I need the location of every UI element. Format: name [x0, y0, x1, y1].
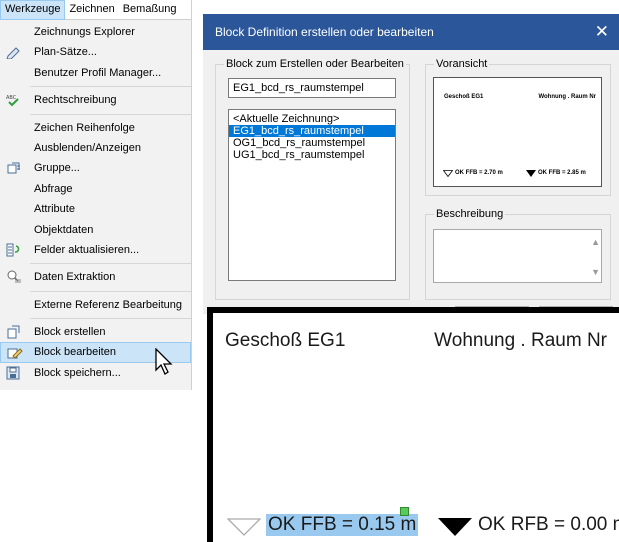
block-create-icon	[7, 325, 20, 339]
menu-item-label: Abfrage	[34, 182, 73, 195]
menu-separator	[30, 290, 191, 292]
menu-item-label: Rechtschreibung	[34, 94, 117, 107]
menu-item-label: Gruppe...	[34, 162, 80, 175]
triangle-outline-icon	[443, 170, 453, 177]
preview-bottom-right: OK FFB = 2.85 m	[538, 170, 586, 176]
description-textarea[interactable]	[433, 229, 602, 283]
scroll-up-icon[interactable]: ▲	[591, 237, 600, 247]
menu-item-ausblenden-anzeigen[interactable]: Ausblenden/Anzeigen	[0, 138, 191, 158]
menu-item-label: Daten Extraktion	[34, 271, 116, 284]
block-group: Block zum Erstellen oder Bearbeiten EG1_…	[215, 58, 410, 300]
block-name-input[interactable]: EG1_bcd_rs_raumstempel	[228, 78, 396, 98]
dialog-title: Block Definition erstellen oder bearbeit…	[215, 25, 434, 39]
dialog-titlebar: Block Definition erstellen oder bearbeit…	[203, 14, 619, 50]
menu-item-label: Attribute	[34, 203, 75, 216]
menubar-werkzeuge[interactable]: Werkzeuge	[0, 0, 66, 20]
menu-item-label: Objektdaten	[34, 223, 94, 236]
menubar-zeichnen[interactable]: Zeichnen	[65, 0, 118, 20]
menu-item-block-erstellen[interactable]: Block erstellen	[0, 322, 191, 342]
menu-item-label: Plan-Sätze...	[34, 46, 97, 59]
menu-item-label: Block speichern...	[34, 366, 121, 379]
menu-item-label: Block bearbeiten	[34, 346, 116, 359]
menu-separator	[30, 113, 191, 115]
preview-group: Voransicht Geschoß EG1 Wohnung . Raum Nr…	[425, 58, 611, 196]
menu-item-zeichen-reihenfolge[interactable]: Zeichen Reihenfolge	[0, 118, 191, 138]
pencil-icon	[6, 47, 20, 60]
description-group: Beschreibung ▲ ▼	[425, 208, 611, 300]
menu-item-felder-aktualisieren[interactable]: Felder aktualisieren...	[0, 240, 191, 260]
menu-item-label: Block erstellen	[34, 326, 106, 339]
zoom-bottom-right: OK RFB = 0.00 m	[478, 514, 619, 535]
menu-item-zeichnungs-explorer[interactable]: Zeichnungs Explorer	[0, 22, 191, 42]
menu-item-label: Zeichen Reihenfolge	[34, 121, 135, 134]
spellcheck-icon: ABC	[6, 95, 19, 107]
menu-item-label: Zeichnungs Explorer	[34, 26, 135, 38]
list-item-selected[interactable]: EG1_bcd_rs_raumstempel	[229, 125, 395, 137]
menu-bar: Werkzeuge Zeichnen Bemaßung	[0, 0, 191, 20]
scroll-down-icon[interactable]: ▼	[591, 267, 600, 277]
menu-item-label: Ausblenden/Anzeigen	[34, 141, 142, 154]
list-item[interactable]: UG1_bcd_rs_raumstempel	[229, 149, 395, 161]
triangle-outline-icon	[227, 518, 261, 536]
menu-item-plan-saetze[interactable]: Plan-Sätze...	[0, 42, 191, 62]
grip-handle[interactable]	[400, 507, 409, 516]
block-edit-icon	[7, 348, 23, 360]
menu-separator	[30, 263, 191, 265]
preview-top-right: Wohnung . Raum Nr	[538, 94, 596, 100]
menu-separator	[30, 86, 191, 88]
triangle-filled-icon	[438, 518, 472, 536]
group-icon	[7, 162, 20, 174]
list-item[interactable]: <Aktuelle Zeichnung>	[229, 113, 395, 125]
triangle-filled-icon	[526, 170, 536, 177]
preview-top-left: Geschoß EG1	[444, 94, 484, 100]
zoomed-block-view: Geschoß EG1 Wohnung . Raum Nr OK FFB = 0…	[207, 307, 619, 542]
list-item[interactable]: OG1_bcd_rs_raumstempel	[229, 137, 395, 149]
block-definition-dialog: Block Definition erstellen oder bearbeit…	[203, 14, 619, 316]
close-icon[interactable]: ✕	[595, 23, 609, 40]
menu-item-rechtschreibung[interactable]: ABC Rechtschreibung	[0, 90, 191, 110]
tools-menu: Werkzeuge Zeichnen Bemaßung Zeichnungs E…	[0, 0, 192, 390]
block-preview: Geschoß EG1 Wohnung . Raum Nr OK FFB = 2…	[433, 77, 602, 187]
zoomed-block-canvas: Geschoß EG1 Wohnung . Raum Nr OK FFB = 0…	[213, 313, 619, 542]
data-extraction-icon	[7, 270, 21, 283]
menu-item-objektdaten[interactable]: Objektdaten	[0, 220, 191, 240]
menu-item-gruppe[interactable]: Gruppe...	[0, 158, 191, 178]
zoom-top-right: Wohnung . Raum Nr	[434, 330, 607, 351]
description-group-label: Beschreibung	[434, 208, 506, 221]
menu-item-attribute[interactable]: Attribute	[0, 199, 191, 219]
preview-bottom-left: OK FFB = 2.70 m	[455, 170, 503, 176]
menu-item-externe-referenz-bearbeitung[interactable]: Externe Referenz Bearbeitung	[0, 295, 191, 315]
menu-item-abfrage[interactable]: Abfrage	[0, 179, 191, 199]
menu-item-benutzer-profil-manager[interactable]: Benutzer Profil Manager...	[0, 63, 191, 83]
mouse-cursor-icon	[155, 348, 173, 375]
block-listbox[interactable]: <Aktuelle Zeichnung> EG1_bcd_rs_raumstem…	[228, 109, 396, 281]
update-fields-icon	[6, 243, 20, 257]
zoom-top-left: Geschoß EG1	[225, 330, 346, 351]
zoom-bottom-left-selected[interactable]: OK FFB = 0.15 m	[266, 514, 419, 536]
menu-item-label: Externe Referenz Bearbeitung	[34, 298, 182, 311]
menubar-bemassung[interactable]: Bemaßung	[119, 0, 181, 20]
menu-item-label: Benutzer Profil Manager...	[34, 66, 162, 79]
menu-separator	[30, 318, 191, 320]
block-save-icon	[6, 366, 20, 380]
svg-text:ABC: ABC	[6, 95, 17, 101]
preview-group-label: Voransicht	[434, 58, 490, 71]
block-group-label: Block zum Erstellen oder Bearbeiten	[224, 58, 406, 71]
menu-item-label: Felder aktualisieren...	[34, 243, 140, 256]
menu-item-daten-extraktion[interactable]: Daten Extraktion	[0, 267, 191, 287]
